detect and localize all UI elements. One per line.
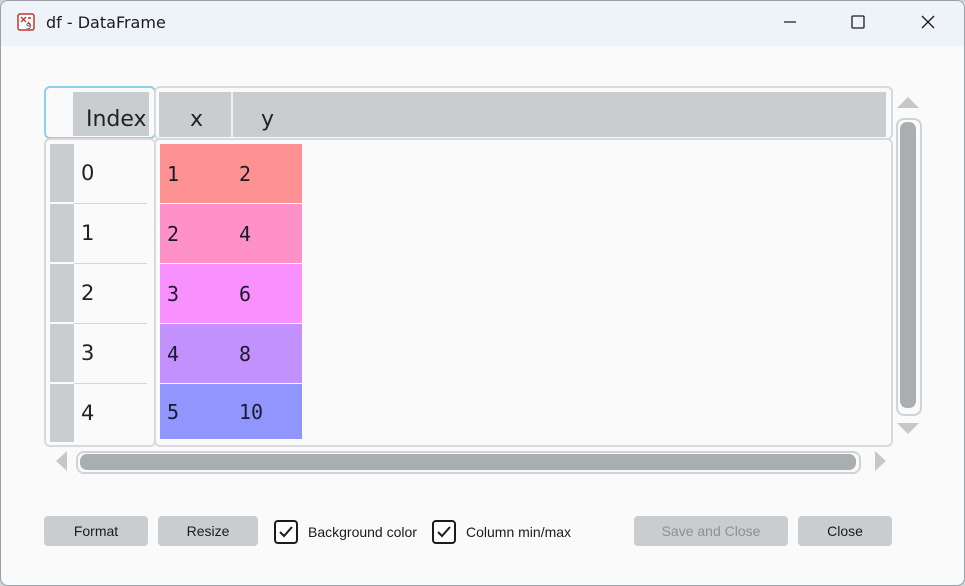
index-value: 1 — [81, 221, 95, 245]
scroll-right-arrow-icon[interactable] — [875, 451, 886, 471]
window-title: df - DataFrame — [46, 13, 166, 32]
close-button[interactable]: Close — [798, 516, 892, 546]
save-and-close-button[interactable]: Save and Close — [634, 516, 788, 546]
cell-value: 1 — [167, 162, 180, 186]
cell-value: 2 — [239, 162, 252, 186]
vertical-scrollbar-thumb[interactable] — [900, 122, 916, 408]
index-value: 4 — [81, 401, 95, 425]
resize-button[interactable]: Resize — [158, 516, 258, 546]
scroll-up-arrow-icon[interactable] — [897, 97, 919, 108]
cell-value: 5 — [167, 400, 180, 424]
scroll-left-arrow-icon[interactable] — [56, 451, 67, 471]
index-value: 2 — [81, 281, 95, 305]
maximize-button[interactable] — [835, 1, 881, 46]
cell-value: 10 — [239, 400, 264, 424]
cell-value: 4 — [167, 342, 180, 366]
minimize-button[interactable] — [767, 1, 813, 46]
format-button[interactable]: Format — [44, 516, 148, 546]
spyder-app-icon: S — [17, 13, 35, 31]
column-minmax-label[interactable]: Column min/max — [466, 524, 571, 540]
column-minmax-checkbox[interactable] — [432, 520, 456, 544]
row-gutter[interactable] — [50, 204, 74, 262]
close-icon — [920, 14, 936, 34]
maximize-icon — [850, 14, 866, 34]
checkmark-icon — [434, 526, 454, 546]
cell-value: 8 — [239, 342, 252, 366]
scroll-down-arrow-icon[interactable] — [897, 423, 919, 434]
cell-value: 6 — [239, 282, 252, 306]
title-bar[interactable]: S df - DataFrame — [1, 1, 964, 46]
horizontal-scrollbar-thumb[interactable] — [80, 454, 856, 470]
cell-value: 4 — [239, 222, 252, 246]
row-gutter[interactable] — [50, 384, 74, 442]
column-header-x[interactable]: x — [190, 107, 203, 132]
background-color-checkbox[interactable] — [274, 520, 298, 544]
background-color-label[interactable]: Background color — [308, 524, 417, 540]
svg-text:S: S — [26, 22, 31, 31]
minimize-icon — [782, 14, 798, 34]
column-header-separator — [231, 92, 233, 137]
index-value: 3 — [81, 341, 95, 365]
index-header-label: Index — [86, 107, 147, 132]
cell-value: 2 — [167, 222, 180, 246]
index-value: 0 — [81, 161, 95, 185]
checkmark-icon — [276, 526, 296, 546]
row-gutter[interactable] — [50, 264, 74, 322]
row-gutter[interactable] — [50, 324, 74, 382]
column-header-y[interactable]: y — [261, 107, 274, 132]
row-gutter[interactable] — [50, 144, 74, 202]
close-window-button[interactable] — [905, 1, 951, 46]
cell-value: 3 — [167, 282, 180, 306]
dataframe-window: S df - DataFrame Index x y 0 1 2 3 4 1 2… — [0, 0, 965, 586]
